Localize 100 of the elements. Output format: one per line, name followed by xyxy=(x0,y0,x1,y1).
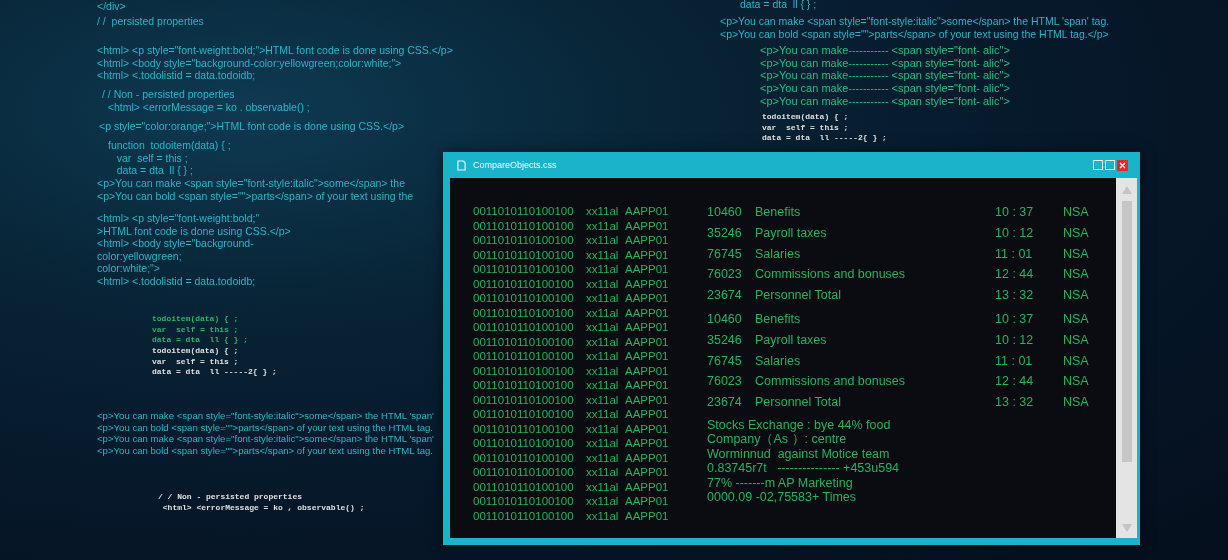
scroll-up-icon[interactable] xyxy=(1121,186,1132,194)
id-text: AAPP01 xyxy=(625,436,669,451)
code-line: / / Non - persisted properties xyxy=(102,88,236,101)
binary-string: 0011010110100100 xyxy=(473,407,575,422)
record-status: NSA xyxy=(1063,331,1089,349)
record-label: Benefits xyxy=(755,204,802,221)
binary-string: 0011010110100100 xyxy=(473,276,575,291)
scrollbar[interactable] xyxy=(1116,178,1137,538)
code-line: <html> <errorMessage = ko . observable() ; xyxy=(106,100,310,114)
id-text: AAPP01 xyxy=(625,465,669,480)
code-line: <p>You can bold <span style="">parts</span> of your text using the xyxy=(97,189,414,203)
code-line: <html> <.todolistid = data.todoidb; xyxy=(97,274,257,288)
binary-string: 0011010110100100 xyxy=(473,436,575,451)
code-line: <html> <p style="font-weight:bold;">HTML font code is done using CSS.</p> xyxy=(97,44,453,57)
id-text: AAPP01 xyxy=(625,479,669,494)
id-text: AAPP01 xyxy=(625,276,669,291)
id-text: AAPP01 xyxy=(625,508,669,523)
code-line: todoitem(data) { ; xyxy=(152,314,240,325)
record-number: 76745 xyxy=(707,245,743,263)
record-number: 76745 xyxy=(707,352,743,370)
code-text: xx11al xyxy=(586,363,620,378)
id-text: AAPP01 xyxy=(625,218,669,233)
record-status: NSA xyxy=(1063,266,1089,284)
close-button[interactable] xyxy=(1117,159,1128,171)
binary-string: 0011010110100100 xyxy=(473,233,575,248)
scrollbar-thumb[interactable] xyxy=(1121,201,1132,462)
record-status: NSA xyxy=(1063,394,1089,412)
code-text: xx11al xyxy=(586,349,620,364)
code-text: xx11al xyxy=(586,421,620,436)
code-line: data = dta ll { } ; xyxy=(115,164,194,177)
id-text: AAPP01 xyxy=(625,334,669,349)
binary-string: 0011010110100100 xyxy=(473,305,575,320)
code-text: xx11al xyxy=(586,291,620,306)
record-time: 10 : 12 xyxy=(995,224,1035,242)
code-line: <p>You can make----------- <span style="font- alic"> xyxy=(760,82,1010,95)
record-label: Personnel Total xyxy=(755,287,842,305)
code-text: xx11al xyxy=(586,305,620,320)
code-text: xx11al xyxy=(586,392,620,407)
record-status: NSA xyxy=(1063,373,1089,391)
code-line: color:white;"> xyxy=(97,262,161,275)
code-line: <html> <body style="background- xyxy=(97,237,255,250)
id-text: AAPP01 xyxy=(625,291,669,306)
code-text: xx11al xyxy=(586,494,620,509)
binary-string: 0011010110100100 xyxy=(473,479,575,494)
record-number: 35246 xyxy=(707,331,743,349)
code-text: xx11al xyxy=(586,247,620,262)
record-number: 76023 xyxy=(707,266,743,284)
document-icon xyxy=(457,159,466,171)
code-line: <html> <errorMessage = ko , observable() ; xyxy=(161,502,365,513)
scroll-down-icon[interactable] xyxy=(1121,524,1132,532)
code-text: xx11al xyxy=(586,233,620,248)
code-line: / / persisted properties xyxy=(97,15,204,28)
binary-string: 0011010110100100 xyxy=(473,334,575,349)
code-line: </div> xyxy=(97,0,126,13)
record-number: 35246 xyxy=(707,224,743,242)
maximize-button[interactable] xyxy=(1105,160,1115,170)
code-line: data = dta ll { } ; xyxy=(740,0,817,11)
code-text: xx11al xyxy=(586,276,620,291)
code-line: <html> <.todolistid = data.todoidb; xyxy=(97,69,257,82)
note-line: 77% -------m AP Marketing xyxy=(707,475,854,491)
record-time: 11 : 01 xyxy=(995,352,1034,370)
record-status: NSA xyxy=(1063,204,1089,221)
code-line: <p>You can bold <span style="">parts</span> of your text using the HTML tag. xyxy=(97,444,434,456)
record-status: NSA xyxy=(1063,245,1089,263)
record-label: Commissions and bonuses xyxy=(755,373,907,391)
record-number: 23674 xyxy=(707,287,743,305)
id-text: AAPP01 xyxy=(625,349,669,364)
record-time: 10 : 37 xyxy=(995,311,1035,328)
minimize-button[interactable] xyxy=(1093,160,1103,170)
binary-string: 0011010110100100 xyxy=(473,363,575,378)
code-line: data = dta ll -----2{ } ; xyxy=(762,133,887,144)
record-number: 10460 xyxy=(707,311,743,328)
binary-string: 0011010110100100 xyxy=(473,320,575,335)
record-number: 23674 xyxy=(707,394,743,412)
record-time: 10 : 12 xyxy=(995,331,1035,349)
code-text: xx11al xyxy=(586,436,620,451)
id-text: AAPP01 xyxy=(625,392,669,407)
record-time: 11 : 01 xyxy=(995,245,1034,263)
id-text: AAPP01 xyxy=(625,204,669,219)
binary-string: 0011010110100100 xyxy=(473,262,575,277)
code-text: xx11al xyxy=(586,407,620,422)
record-label: Commissions and bonuses xyxy=(755,266,907,284)
code-line: <p>You can make <span style="font-style:italic">some</span> the HTML 'span' tag. xyxy=(720,15,1110,28)
code-line: >HTML font code is done using CSS.</p> xyxy=(97,224,291,238)
id-text: AAPP01 xyxy=(625,421,669,436)
record-status: NSA xyxy=(1063,224,1089,242)
record-label: Salaries xyxy=(755,245,802,263)
id-text: AAPP01 xyxy=(625,450,669,465)
binary-string: 0011010110100100 xyxy=(473,218,575,233)
record-status: NSA xyxy=(1063,287,1089,305)
code-line: <html> <body style="background-color:yellowgreen;color:white;"> xyxy=(97,56,403,70)
record-label: Payroll taxes xyxy=(755,331,828,349)
record-time: 13 : 32 xyxy=(995,287,1035,305)
note-line: Worminnud against Motice team xyxy=(707,446,891,462)
binary-string: 0011010110100100 xyxy=(473,204,575,219)
id-text: AAPP01 xyxy=(625,247,669,262)
note-line: 0000.09 -02,75583+ Times xyxy=(707,490,858,505)
binary-string: 0011010110100100 xyxy=(473,421,575,436)
code-line: <html> <p style="font-weight:bold;" xyxy=(97,212,261,225)
code-line: var self = this ; xyxy=(152,356,240,367)
